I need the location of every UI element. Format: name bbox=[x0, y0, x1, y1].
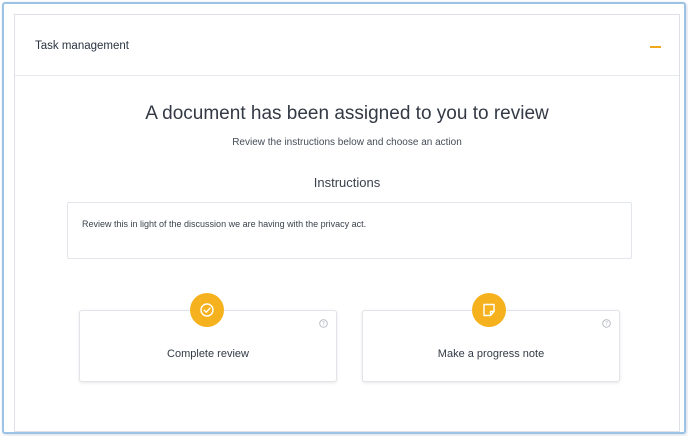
help-icon[interactable]: ? bbox=[602, 319, 611, 328]
help-icon[interactable]: ? bbox=[319, 319, 328, 328]
instructions-heading: Instructions bbox=[313, 175, 381, 190]
window-frame: Task management A document has been assi… bbox=[2, 2, 686, 434]
progress-note-label: Make a progress note bbox=[437, 348, 545, 360]
collapse-button[interactable] bbox=[649, 42, 663, 52]
panel-title: Task management bbox=[35, 40, 129, 52]
minus-icon bbox=[650, 46, 661, 48]
complete-review-label: Complete review bbox=[167, 348, 249, 360]
svg-text:?: ? bbox=[322, 321, 325, 328]
panel-header: Task management bbox=[15, 15, 679, 76]
instructions-box: Review this in light of the discussion w… bbox=[67, 202, 632, 259]
svg-text:?: ? bbox=[605, 321, 608, 328]
note-icon bbox=[472, 293, 506, 327]
instructions-text: Review this in light of the discussion w… bbox=[82, 219, 367, 229]
page-title: A document has been assigned to you to r… bbox=[145, 103, 549, 124]
task-management-panel: Task management A document has been assi… bbox=[14, 14, 680, 432]
page-subtitle: Review the instructions below and choose… bbox=[232, 137, 462, 148]
check-circle-icon bbox=[190, 293, 224, 327]
